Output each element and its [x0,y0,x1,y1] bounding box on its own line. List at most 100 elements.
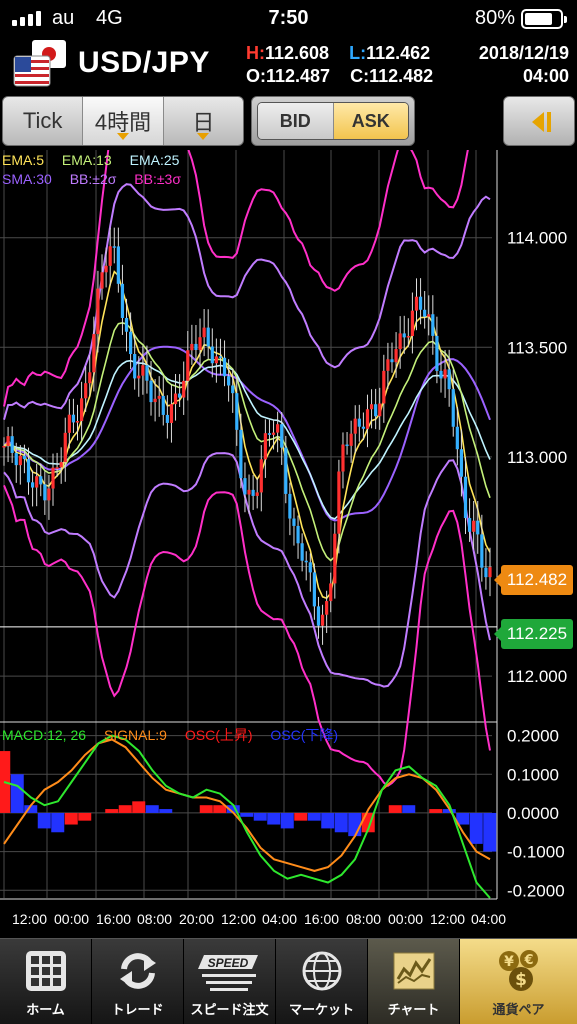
speed-icon-text: SPEED [207,956,248,970]
candle-down [439,370,443,379]
bar-datetime: 2018/12/19 04:00 [479,42,569,88]
candle-down [120,283,125,318]
tab-currency-pair-label: 通貨ペア [492,1003,545,1018]
candle-up [96,288,100,335]
candle-down [194,343,198,350]
macd-legend: MACD:12, 26 SIGNAL:9 OSC(上昇) OSC(下降) [2,725,338,745]
candle-up [84,383,88,399]
candle-down [235,393,239,430]
close-key: C: [350,66,370,86]
candle-down [402,333,406,338]
candle-down [71,414,76,423]
osc-bar-up [64,812,78,825]
osc-bar-down [334,812,348,833]
candle-up [247,489,251,495]
tab-market[interactable]: マーケット [276,939,368,1024]
candle-down [129,331,133,355]
tab-home[interactable]: ホーム [0,939,92,1024]
period-button[interactable]: 日 [164,97,243,145]
candle-down [304,560,308,563]
tab-speed-order[interactable]: SPEED スピード注文 [184,939,276,1024]
osc-bar-down [240,812,254,817]
candle-down [30,482,35,488]
candle-down [390,359,394,363]
candle-up [137,375,141,379]
bid-price-tag: 112.225 [494,619,573,649]
collapse-panel-button[interactable] [503,96,575,146]
candle-down [459,449,464,477]
osc-bar-down [10,774,24,813]
time-axis-label: 04:00 [262,911,297,927]
price-chart[interactable]: 114.000 113.500 113.000 112.000 0.2000 0.1000… [0,150,577,938]
osc-bar-down [307,812,321,821]
candle-up [186,350,190,381]
price-legend-row-1: EMA:5 EMA:13 EMA:25 [2,152,179,168]
candle-up [153,398,157,403]
ask-button[interactable]: ASK [333,103,408,139]
candle-down [361,426,365,429]
candle-up [369,404,374,410]
time-axis-label: 12:00 [430,911,465,927]
candle-down [418,296,423,310]
candle-down [480,534,484,568]
open-key: O: [246,66,266,86]
tick-button[interactable]: Tick [3,97,84,145]
legend-sma30: SMA:30 [2,171,52,187]
candle-down [463,476,468,519]
candle-up [51,467,55,489]
candle-up [333,533,337,584]
time-axis-label: 16:00 [96,911,131,927]
legend-ema5: EMA:5 [2,152,45,168]
ema5-line [3,270,491,600]
candle-up [353,418,357,434]
candle-up [6,436,10,446]
osc-bar-down [159,809,173,813]
globe-icon [302,951,341,991]
candle-up [55,467,59,469]
time-axis-label: 00:00 [388,911,423,927]
candle-down [251,489,255,496]
tab-currency-pair[interactable]: ¥ € $ 通貨ペア [460,939,577,1024]
candle-down [239,429,243,479]
osc-bar-down [253,812,267,821]
candle-up [141,365,145,376]
candle-up [88,372,92,384]
bar-date: 2018/12/19 [478,43,569,63]
chart-toolbar: Tick 4時間 日 BID ASK [0,94,577,150]
candle-down [423,309,427,317]
candle-down [455,426,459,450]
candle-down [447,369,451,390]
candle-down [112,246,116,248]
candle-down [280,424,284,448]
candle-down [149,380,153,403]
tab-home-label: ホーム [26,1003,65,1018]
svg-text:€: € [523,953,533,968]
candle-up [398,333,402,350]
legend-ema13: EMA:13 [61,152,112,168]
candle-up [79,398,84,422]
svg-text:$: $ [515,970,527,990]
tab-chart[interactable]: チャート [368,939,460,1024]
candle-down [345,444,349,447]
candle-down [243,478,247,495]
timeframe-button[interactable]: 4時間 [83,97,164,145]
osc-bar-down [145,805,159,813]
legend-ema25: EMA:25 [129,152,180,168]
candle-down [451,389,455,427]
osc-bar-up [132,801,146,813]
osc-bar-down [280,812,294,829]
osc-bar-up [388,805,402,813]
tab-trade[interactable]: トレード [92,939,184,1024]
candle-up [378,403,382,417]
candle-down [292,518,296,526]
candle-down [435,335,439,371]
candle-down [10,436,14,453]
candle-up [427,314,431,317]
bid-button[interactable]: BID [258,103,334,139]
candle-up [18,455,22,466]
tab-market-label: マーケット [288,1003,354,1018]
time-axis-label: 20:00 [179,911,214,927]
candle-down [178,393,182,398]
status-bar: au 4G 7:50 80% [0,0,577,38]
price-axis-tick: 113.500 [507,338,567,357]
